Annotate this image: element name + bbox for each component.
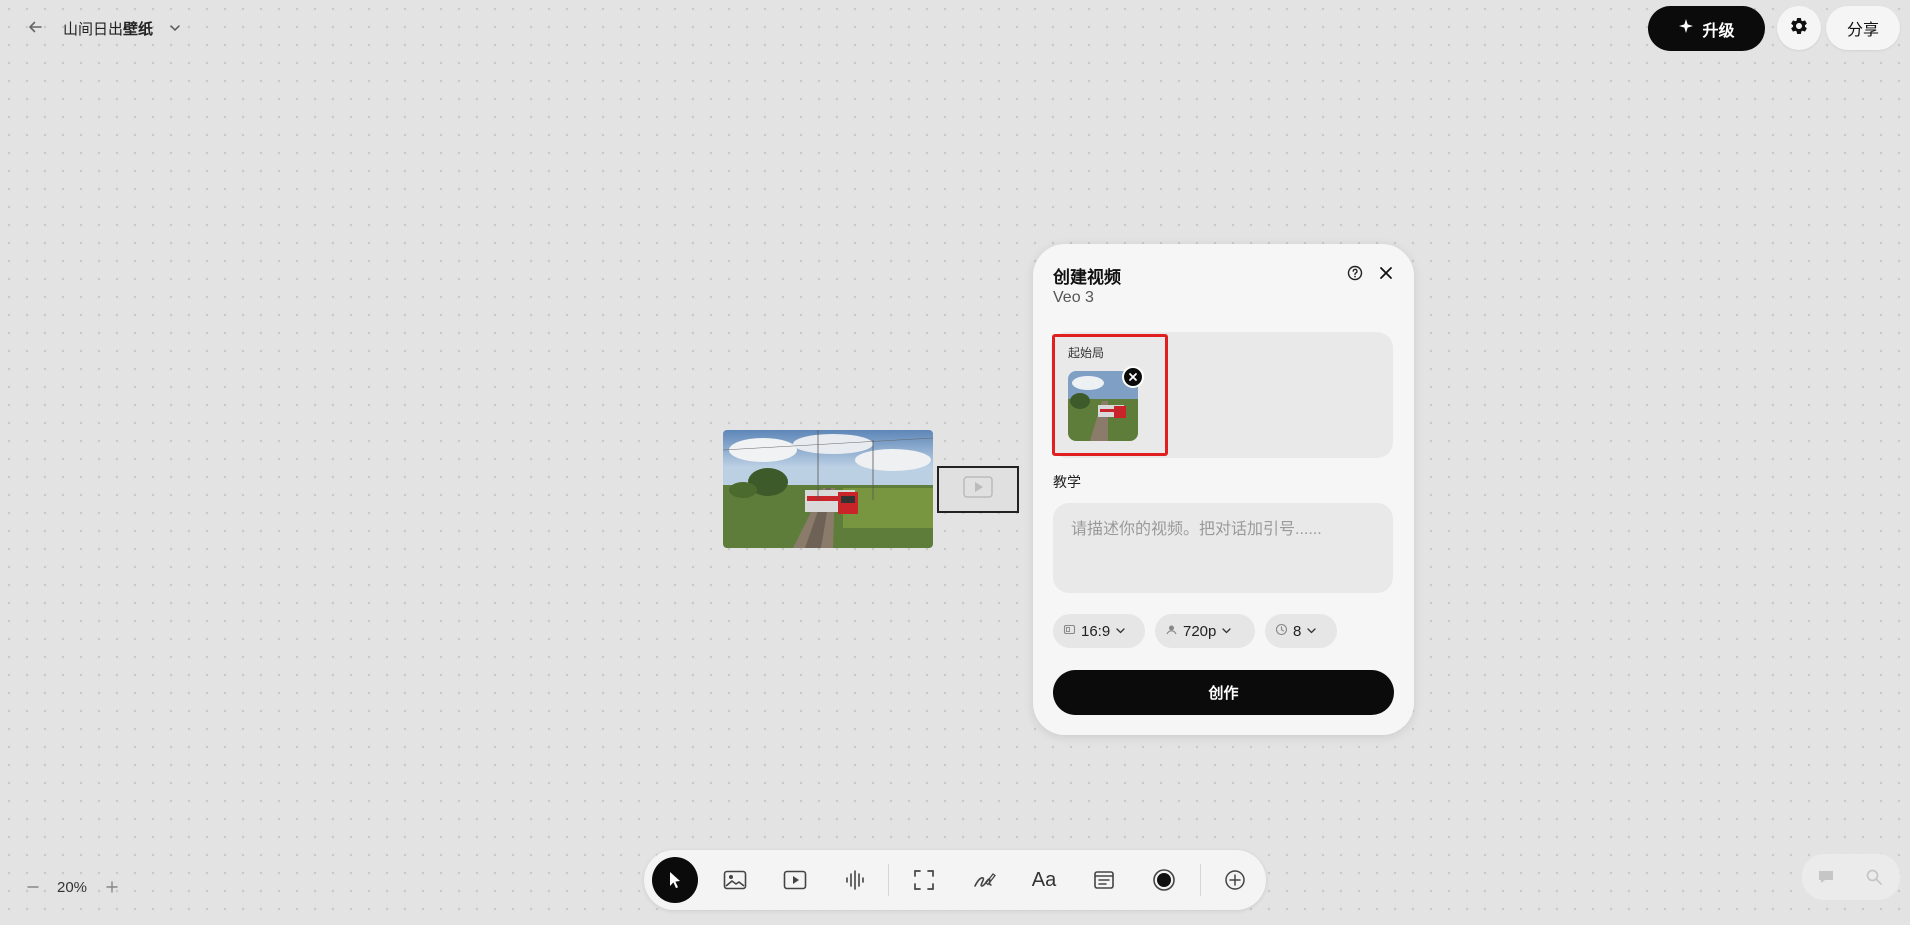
document-title[interactable]: 山间日出 壁纸 (63, 18, 153, 39)
canvas-image-train[interactable] (723, 430, 933, 548)
prompt-input[interactable] (1053, 503, 1393, 593)
minus-icon (27, 886, 39, 888)
search-button[interactable] (1862, 865, 1886, 889)
add-tool[interactable] (1212, 857, 1258, 903)
chevron-down-icon (1306, 623, 1317, 640)
close-icon[interactable] (1375, 262, 1397, 284)
document-title-part1: 山间日出 (63, 21, 124, 38)
zoom-out-button[interactable] (22, 876, 44, 898)
create-video-panel: 创建视频 Veo 3 起始局 教学 16:9 (1033, 244, 1414, 735)
search-icon (1866, 869, 1882, 885)
pen-icon (974, 873, 996, 887)
zoom-level[interactable]: 20% (57, 879, 87, 896)
document-title-part2: 壁纸 (123, 21, 154, 38)
bottom-right-controls (1802, 854, 1900, 900)
toolbar-divider (1200, 864, 1201, 896)
model-name: Veo 3 (1053, 289, 1094, 306)
back-arrow-icon[interactable] (22, 14, 48, 40)
video-tool[interactable] (772, 857, 818, 903)
audio-tool[interactable] (832, 857, 878, 903)
zoom-in-button[interactable] (101, 876, 123, 898)
train-image (723, 430, 933, 548)
video-placeholder[interactable] (937, 466, 1019, 513)
resolution-icon (1165, 623, 1178, 640)
note-tool[interactable] (1081, 857, 1127, 903)
upgrade-label: 升级 (1702, 22, 1735, 40)
toolbar-divider (888, 864, 889, 896)
upgrade-button[interactable]: 升级 (1648, 6, 1765, 51)
duration-dropdown[interactable]: 8 (1265, 614, 1337, 648)
comment-button[interactable] (1814, 865, 1838, 889)
remove-frame-button[interactable] (1122, 366, 1144, 388)
note-icon (1094, 871, 1114, 889)
start-frame-label: 起始局 (1068, 346, 1105, 360)
share-button[interactable]: 分享 (1826, 6, 1900, 50)
create-button[interactable]: 创作 (1053, 670, 1394, 715)
aspect-ratio-value: 16:9 (1081, 622, 1111, 640)
create-label: 创作 (1208, 685, 1239, 702)
share-label: 分享 (1846, 22, 1879, 39)
comment-icon (1819, 871, 1833, 883)
prompt-label: 教学 (1053, 474, 1081, 490)
frame-icon (914, 870, 934, 890)
panel-title: 创建视频 (1053, 268, 1121, 287)
video-icon (783, 870, 807, 890)
settings-button[interactable] (1777, 6, 1821, 50)
record-icon (1153, 869, 1175, 891)
play-icon (963, 476, 993, 503)
close-icon (1129, 373, 1137, 381)
text-tool[interactable]: Aa (1021, 857, 1067, 903)
select-tool[interactable] (652, 857, 698, 903)
cursor-icon (670, 872, 680, 889)
waveform-icon (846, 870, 864, 890)
image-tool[interactable] (712, 857, 758, 903)
chevron-down-icon (1115, 623, 1126, 640)
aspect-ratio-dropdown[interactable]: 16:9 (1053, 614, 1145, 648)
frame-tool[interactable] (901, 857, 947, 903)
chevron-down-icon[interactable] (165, 18, 185, 38)
record-tool[interactable] (1141, 857, 1187, 903)
sparkle-icon (1678, 18, 1694, 39)
resolution-dropdown[interactable]: 720p (1155, 614, 1255, 648)
chevron-down-icon (1221, 623, 1232, 640)
plus-icon (106, 881, 118, 893)
aspect-ratio-icon (1063, 623, 1076, 640)
plus-circle-icon (1225, 870, 1245, 890)
duration-value: 8 (1293, 622, 1302, 640)
draw-tool[interactable] (961, 857, 1007, 903)
image-icon (723, 870, 747, 890)
bottom-toolbar: Aa (644, 850, 1266, 910)
gear-icon (1789, 16, 1809, 41)
resolution-value: 720p (1183, 622, 1217, 640)
help-icon[interactable] (1345, 263, 1365, 283)
text-icon: Aa (1031, 868, 1057, 891)
clock-icon (1275, 623, 1288, 640)
